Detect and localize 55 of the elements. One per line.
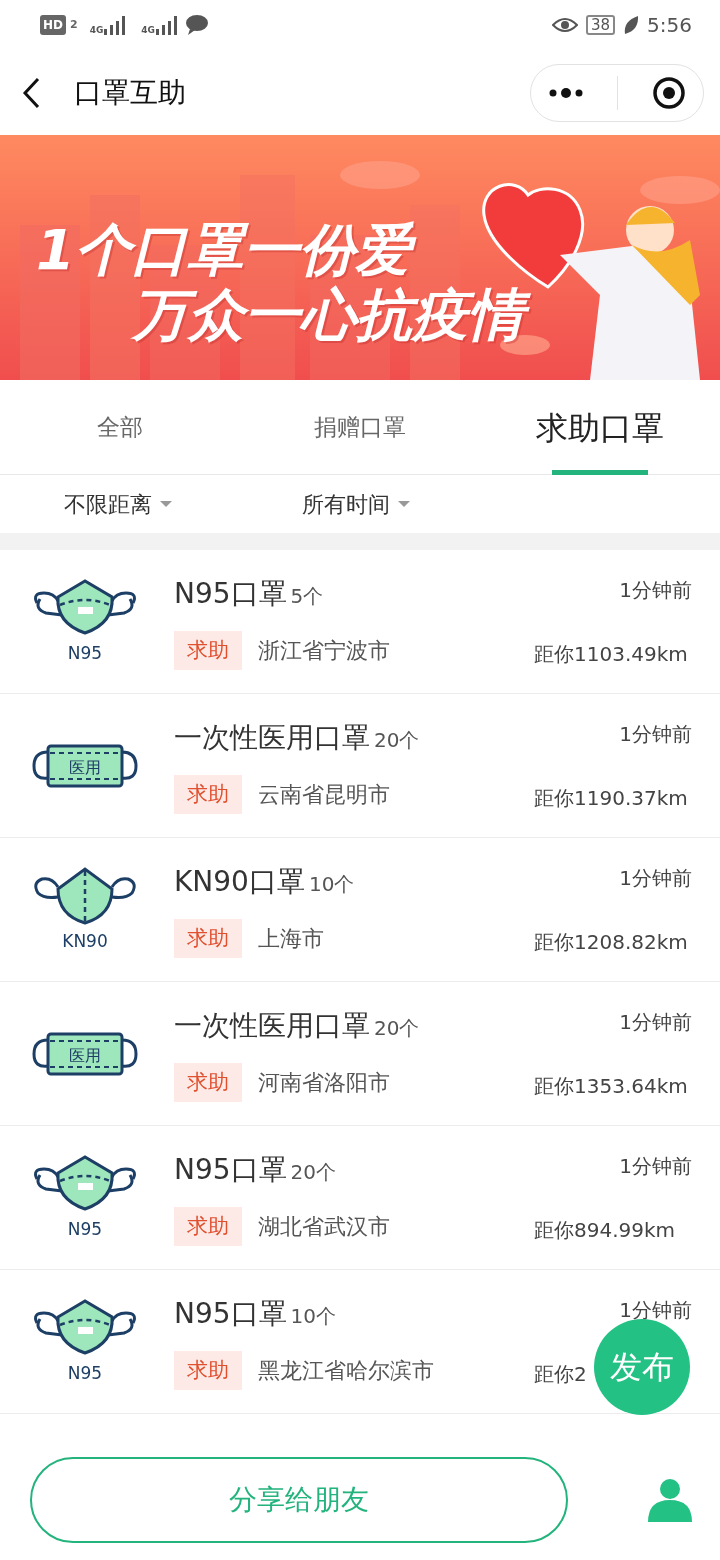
- item-name: N95口罩: [174, 575, 287, 612]
- distance: 距你2: [534, 1360, 587, 1388]
- more-icon[interactable]: [547, 86, 584, 99]
- back-icon[interactable]: [22, 76, 40, 109]
- status-tag: 求助: [174, 918, 242, 959]
- tab[interactable]: 求助口罩: [480, 380, 720, 475]
- item-location: 黑龙江省哈尔滨市: [258, 1357, 434, 1385]
- network-label: 4G: [141, 26, 155, 35]
- network-label: 4G: [89, 26, 104, 35]
- status-tag: 求助: [174, 1206, 242, 1247]
- item-quantity: 20个: [374, 1014, 420, 1042]
- distance: 距你1353.64km: [534, 1072, 688, 1100]
- item-quantity: 20个: [290, 1158, 337, 1186]
- post-time: 1分钟前: [619, 576, 692, 604]
- item-location: 上海市: [258, 925, 324, 953]
- battery-indicator: 38: [586, 15, 616, 35]
- status-tag: 求助: [174, 1062, 242, 1103]
- item-quantity: 10个: [308, 870, 355, 898]
- item-quantity: 5个: [290, 582, 324, 610]
- item-name: N95口罩: [174, 1295, 287, 1332]
- item-name: 一次性医用口罩: [174, 719, 370, 756]
- leaf-icon: [623, 15, 640, 35]
- close-target-icon[interactable]: [652, 75, 687, 110]
- chat-icon: [185, 14, 209, 36]
- filter-dropdown[interactable]: 不限距离: [64, 487, 172, 521]
- caret-icon: [160, 501, 172, 507]
- sim-number: 2: [70, 16, 78, 33]
- post-time: 1分钟前: [619, 720, 692, 748]
- item-name: N95口罩: [174, 1151, 287, 1188]
- post-time: 1分钟前: [619, 864, 692, 892]
- item-location: 河南省洛阳市: [258, 1069, 390, 1097]
- eye-icon: [552, 15, 578, 35]
- distance: 距你894.99km: [534, 1216, 676, 1244]
- clock: 5:56: [647, 12, 692, 39]
- status-tag: 求助: [174, 1350, 242, 1391]
- item-location: 湖北省武汉市: [258, 1213, 390, 1241]
- item-location: 云南省昆明市: [258, 781, 390, 809]
- item-quantity: 10个: [290, 1302, 337, 1330]
- post-time: 1分钟前: [619, 1008, 692, 1036]
- page-title: 口罩互助: [74, 74, 186, 111]
- status-tag: 求助: [174, 630, 242, 671]
- post-time: 1分钟前: [619, 1152, 692, 1180]
- caret-icon: [398, 501, 410, 507]
- status-tag: 求助: [174, 774, 242, 815]
- tab[interactable]: 捐赠口罩: [240, 380, 480, 475]
- item-name: KN90口罩: [174, 863, 305, 900]
- item-name: 一次性医用口罩: [174, 1007, 370, 1044]
- item-location: 浙江省宁波市: [258, 637, 390, 665]
- distance: 距你1208.82km: [534, 928, 688, 956]
- hd-badge: HD: [40, 15, 66, 35]
- tab[interactable]: 全部: [0, 380, 240, 475]
- distance: 距你1190.37km: [534, 784, 688, 812]
- item-quantity: 20个: [374, 726, 420, 754]
- filter-dropdown[interactable]: 所有时间: [302, 487, 410, 521]
- distance: 距你1103.49km: [534, 640, 688, 668]
